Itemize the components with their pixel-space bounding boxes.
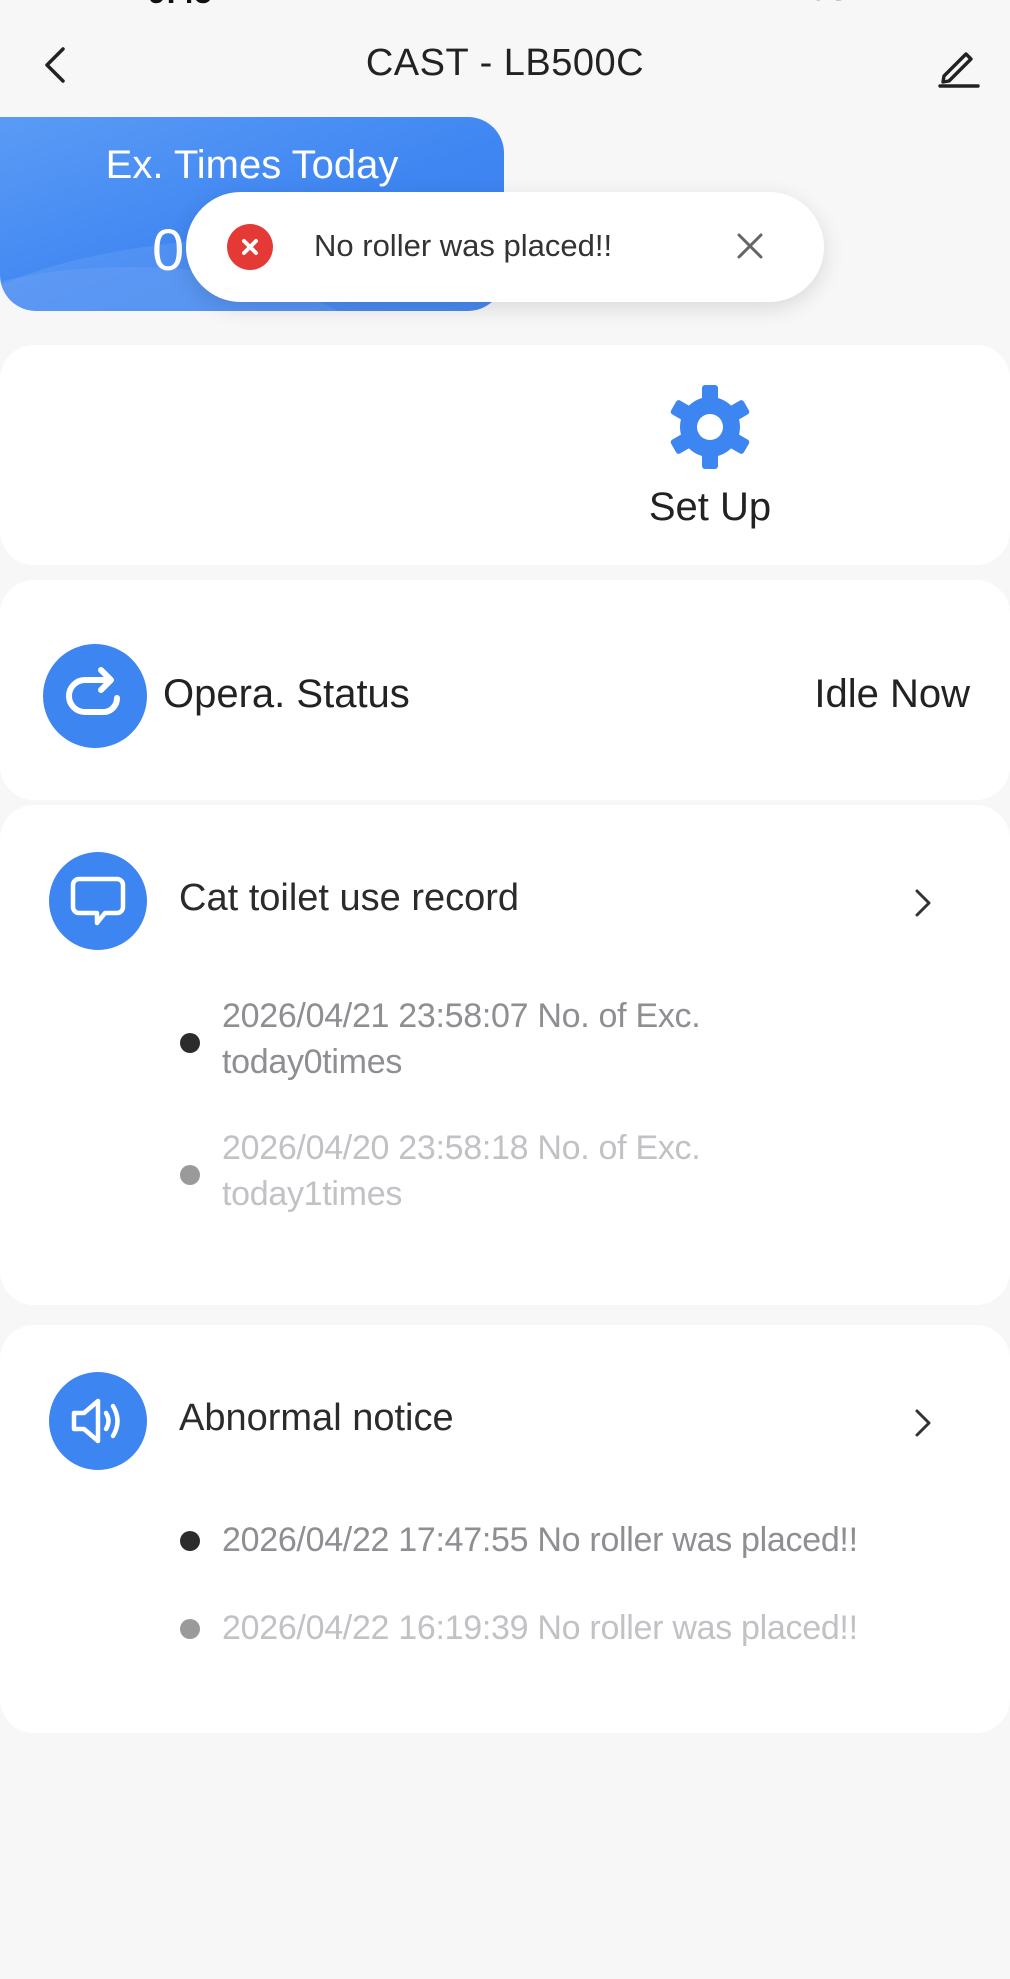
- pencil-icon: [938, 52, 980, 88]
- chevron-right-icon: [915, 1409, 931, 1437]
- operation-status-value: Idle Now: [814, 672, 970, 716]
- speaker-icon: [49, 1372, 147, 1470]
- record-entry-line: 2026/04/20 23:58:18 No. of Exc.: [222, 1129, 701, 1167]
- operation-status-label: Opera. Status: [163, 672, 410, 716]
- setup-button[interactable]: Set Up: [620, 365, 800, 555]
- nav-header: CAST - LB500C: [0, 28, 1010, 102]
- operation-status-card: Opera. Status Idle Now: [0, 580, 1010, 800]
- record-entry-line: 2026/04/21 23:58:07 No. of Exc.: [222, 997, 701, 1035]
- abnormal-notice-title: Abnormal notice: [179, 1397, 454, 1439]
- toilet-record-header[interactable]: Cat toilet use record: [0, 805, 1010, 995]
- setup-card: Set Up: [0, 345, 1010, 565]
- edit-button[interactable]: [932, 40, 984, 92]
- setup-label: Set Up: [648, 485, 772, 529]
- bullet-dot: [180, 1619, 200, 1639]
- chat-bubble-icon: [49, 852, 147, 950]
- signal-icon: ...: [757, 0, 782, 8]
- record-entry-line: today0times: [222, 1043, 403, 1081]
- bullet-dot: [180, 1033, 200, 1053]
- excretion-count-label: Ex. Times Today: [105, 143, 399, 187]
- status-bar: 9:45 ... 5G: [0, 0, 1010, 10]
- abnormal-notice-header[interactable]: Abnormal notice: [0, 1325, 1010, 1515]
- abnormal-notice-card: Abnormal notice 2026/04/22 17:47:55 No r…: [0, 1325, 1010, 1733]
- network-label: 5G: [810, 0, 850, 8]
- status-time: 9:45: [148, 0, 212, 11]
- page: 9:45 ... 5G CAST - LB500C Ex. Times Toda…: [0, 0, 1010, 1979]
- toilet-record-card: Cat toilet use record 2026/04/21 23:58:0…: [0, 805, 1010, 1305]
- refresh-icon: [43, 644, 147, 748]
- error-icon: [227, 224, 273, 270]
- page-title: CAST - LB500C: [365, 42, 645, 84]
- toilet-record-title: Cat toilet use record: [179, 877, 520, 919]
- chevron-right-icon: [915, 889, 931, 917]
- toast-close-button[interactable]: [726, 222, 774, 270]
- error-toast: No roller was placed!!: [186, 192, 824, 302]
- record-entry-line: today1times: [222, 1175, 403, 1213]
- close-icon: [737, 233, 763, 259]
- gear-icon: [670, 385, 750, 469]
- notice-entry-text: 2026/04/22 16:19:39 No roller was placed…: [222, 1609, 858, 1647]
- bullet-dot: [180, 1165, 200, 1185]
- toast-message: No roller was placed!!: [314, 228, 613, 263]
- notice-entry-text: 2026/04/22 17:47:55 No roller was placed…: [222, 1521, 858, 1559]
- bullet-dot: [180, 1531, 200, 1551]
- excretion-count-value: 0: [152, 218, 185, 283]
